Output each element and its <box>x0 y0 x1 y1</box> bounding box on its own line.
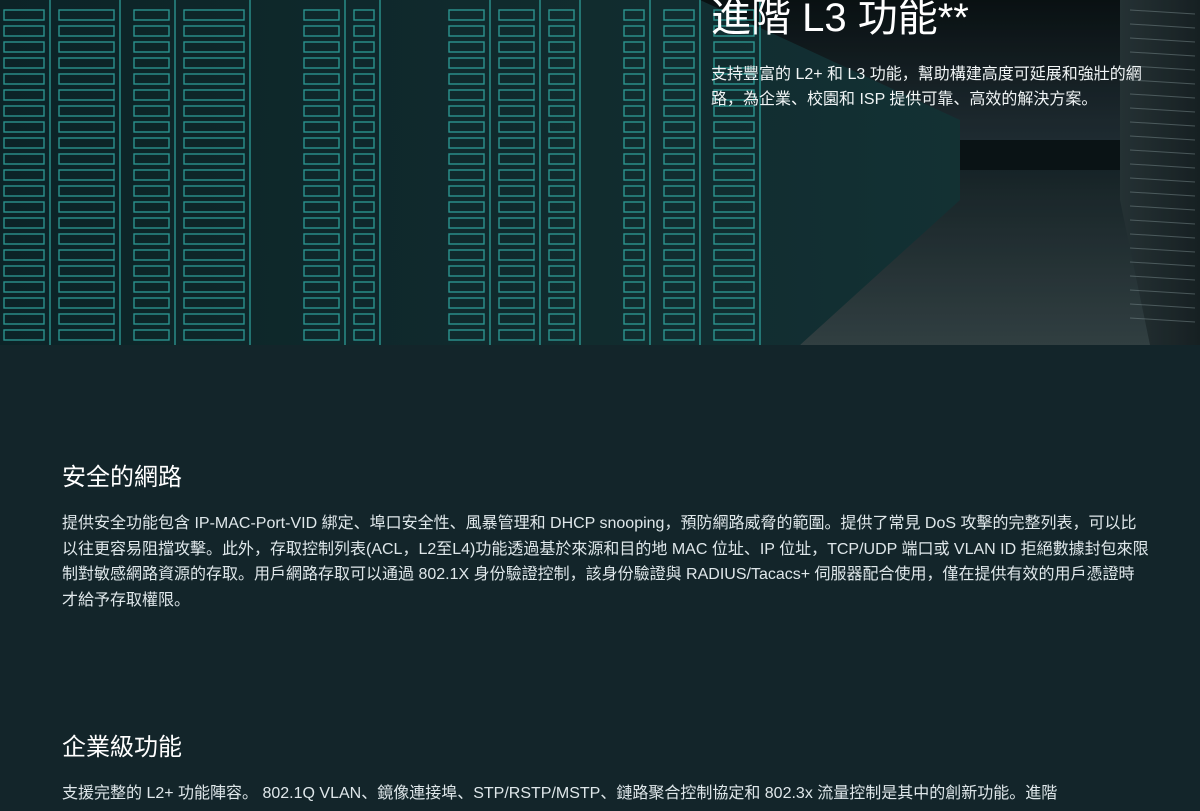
hero-text: 進階 L3 功能** 支持豐富的 L2+ 和 L3 功能，幫助構建高度可延展和強… <box>711 0 1171 112</box>
hero-banner: 進階 L3 功能** 支持豐富的 L2+ 和 L3 功能，幫助構建高度可延展和強… <box>0 0 1200 345</box>
section-body: 支援完整的 L2+ 功能陣容。 802.1Q VLAN、鏡像連接埠、STP/RS… <box>62 785 1058 802</box>
hero-description: 支持豐富的 L2+ 和 L3 功能，幫助構建高度可延展和強壯的網路，為企業、校園… <box>711 66 1142 108</box>
section-secure-network: 安全的網路 提供安全功能包含 IP-MAC-Port-VID 綁定、埠口安全性、… <box>62 463 1150 613</box>
section-enterprise-features: 企業級功能 支援完整的 L2+ 功能陣容。 802.1Q VLAN、鏡像連接埠、… <box>62 733 1150 807</box>
hero-title: 進階 L3 功能** <box>711 0 969 40</box>
section-heading: 企業級功能 <box>62 734 182 761</box>
section-heading: 安全的網路 <box>62 464 182 491</box>
section-body: 提供安全功能包含 IP-MAC-Port-VID 綁定、埠口安全性、風暴管理和 … <box>62 515 1149 609</box>
